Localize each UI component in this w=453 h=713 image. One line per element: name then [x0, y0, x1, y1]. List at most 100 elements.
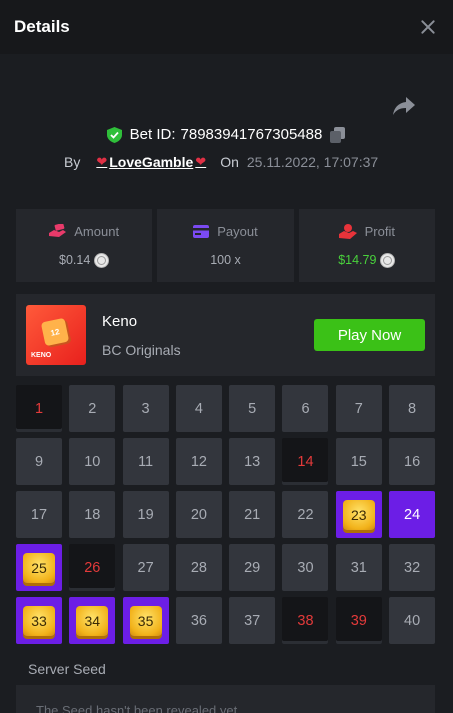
keno-cell[interactable]: 34 [69, 597, 116, 644]
payout-label: Payout [217, 224, 258, 239]
keno-cell[interactable]: 10 [69, 438, 116, 485]
keno-cell[interactable]: 12 [175, 438, 222, 485]
shield-check-icon [106, 126, 122, 143]
keno-grid: 1 2 3 4 5 6 7 8 9 10 11 12 13 14 15 16 17 18 19 20 21 22 23 24 2… [16, 385, 436, 644]
keno-cell-number: 22 [297, 506, 314, 523]
keno-cell[interactable]: 28 [175, 544, 222, 591]
keno-cell[interactable]: 31 [335, 544, 382, 591]
keno-cell[interactable]: 38 [282, 597, 329, 644]
keno-cell[interactable]: 4 [175, 385, 222, 432]
server-seed-text: The Seed hasn't been revealed yet [36, 703, 238, 713]
page-title: Details [14, 17, 70, 36]
keno-cell-number: 10 [84, 453, 101, 470]
by-label: By [64, 154, 81, 170]
money-hand-icon [49, 224, 67, 237]
keno-cell[interactable]: 40 [389, 597, 436, 644]
keno-cell[interactable]: 11 [122, 438, 169, 485]
keno-cell-number: 31 [350, 559, 367, 576]
keno-cell[interactable]: 7 [335, 385, 382, 432]
keno-cell-number: 32 [404, 559, 421, 576]
heart-icon: ❤ [195, 154, 207, 169]
keno-cell[interactable]: 8 [389, 385, 436, 432]
keno-cell-number: 37 [244, 612, 261, 629]
keno-cell[interactable]: 36 [175, 597, 222, 644]
keno-cell-number: 8 [408, 400, 417, 417]
server-seed-label: Server Seed [28, 661, 106, 677]
keno-cell[interactable]: 15 [335, 438, 382, 485]
payout-value: 100 x [210, 253, 241, 267]
bet-id-row: Bet ID: 78983941767305488 [0, 126, 453, 143]
keno-cell[interactable]: 35 [122, 597, 169, 644]
keno-cell-number: 15 [350, 453, 367, 470]
play-now-button[interactable]: Play Now [314, 319, 425, 351]
keno-cell[interactable]: 39 [335, 597, 382, 644]
keno-cell[interactable]: 16 [389, 438, 436, 485]
keno-cell-number: 35 [137, 612, 154, 629]
keno-cell[interactable]: 30 [282, 544, 329, 591]
keno-cell-number: 24 [404, 506, 421, 523]
keno-thumbnail[interactable]: 12 KENO [26, 305, 86, 365]
details-header: Details [0, 0, 453, 54]
keno-cell-number: 28 [190, 559, 207, 576]
share-icon[interactable] [392, 96, 416, 116]
keno-cell[interactable]: 24 [389, 491, 436, 538]
keno-cell-number: 36 [190, 612, 207, 629]
gem-icon: 25 [23, 552, 55, 583]
game-name: Keno [102, 312, 138, 330]
keno-cell[interactable]: 3 [122, 385, 169, 432]
keno-cell[interactable]: 6 [282, 385, 329, 432]
keno-cell[interactable]: 32 [389, 544, 436, 591]
profit-value: $14.79 [338, 253, 377, 267]
keno-cell[interactable]: 5 [229, 385, 276, 432]
keno-cell[interactable]: 26 [69, 544, 116, 591]
keno-cell[interactable]: 18 [69, 491, 116, 538]
bet-id-label: Bet ID: [129, 126, 176, 143]
card-icon [193, 225, 210, 238]
keno-cell-number: 13 [244, 453, 261, 470]
keno-cell[interactable]: 25 [16, 544, 62, 591]
gem-icon: 33 [23, 605, 55, 636]
bet-id-value: 78983941767305488 [180, 126, 323, 143]
keno-cell[interactable]: 33 [16, 597, 62, 644]
keno-cell[interactable]: 23 [335, 491, 382, 538]
bet-stats: Amount $0.14 Payout 100 x Profit $14.79 [16, 209, 435, 282]
keno-cell[interactable]: 22 [282, 491, 329, 538]
keno-cell-number: 12 [190, 453, 207, 470]
keno-cell-number: 40 [404, 612, 421, 629]
keno-cell-number: 5 [248, 400, 257, 417]
keno-cell-number: 33 [31, 612, 47, 629]
keno-cell-number: 25 [31, 559, 47, 576]
keno-cell[interactable]: 20 [175, 491, 222, 538]
keno-cell[interactable]: 1 [16, 385, 62, 432]
keno-cell[interactable]: 19 [122, 491, 169, 538]
username-link[interactable]: ❤ LoveGamble ❤ [96, 154, 206, 170]
keno-cell-number: 27 [137, 559, 154, 576]
copy-icon[interactable] [330, 126, 346, 143]
keno-cell-number: 4 [194, 400, 203, 417]
keno-cell-number: 39 [350, 612, 367, 629]
keno-cell[interactable]: 2 [69, 385, 116, 432]
keno-cell-number: 30 [297, 559, 314, 576]
server-seed-box: The Seed hasn't been revealed yet [16, 685, 435, 713]
keno-cell-number: 23 [350, 506, 367, 523]
bet-date: 25.11.2022, 17:07:37 [246, 154, 379, 170]
close-icon[interactable] [417, 16, 439, 38]
keno-cell[interactable]: 17 [16, 491, 62, 538]
keno-cell[interactable]: 37 [229, 597, 276, 644]
keno-cell-number: 21 [244, 506, 261, 523]
keno-cell[interactable]: 13 [229, 438, 276, 485]
heart-icon: ❤ [96, 154, 108, 169]
keno-cell-number: 20 [190, 506, 207, 523]
keno-cell[interactable]: 14 [282, 438, 329, 485]
thumb-tag: KENO [31, 352, 52, 359]
keno-cell[interactable]: 9 [16, 438, 62, 485]
keno-cell-number: 6 [301, 400, 310, 417]
keno-cell[interactable]: 27 [122, 544, 169, 591]
amount-label: Amount [74, 223, 120, 239]
game-provider: BC Originals [102, 341, 181, 358]
keno-cell-number: 18 [84, 506, 101, 523]
gem-icon: 35 [129, 605, 162, 636]
coin-icon [380, 252, 396, 268]
keno-cell[interactable]: 21 [229, 491, 276, 538]
keno-cell[interactable]: 29 [229, 544, 276, 591]
